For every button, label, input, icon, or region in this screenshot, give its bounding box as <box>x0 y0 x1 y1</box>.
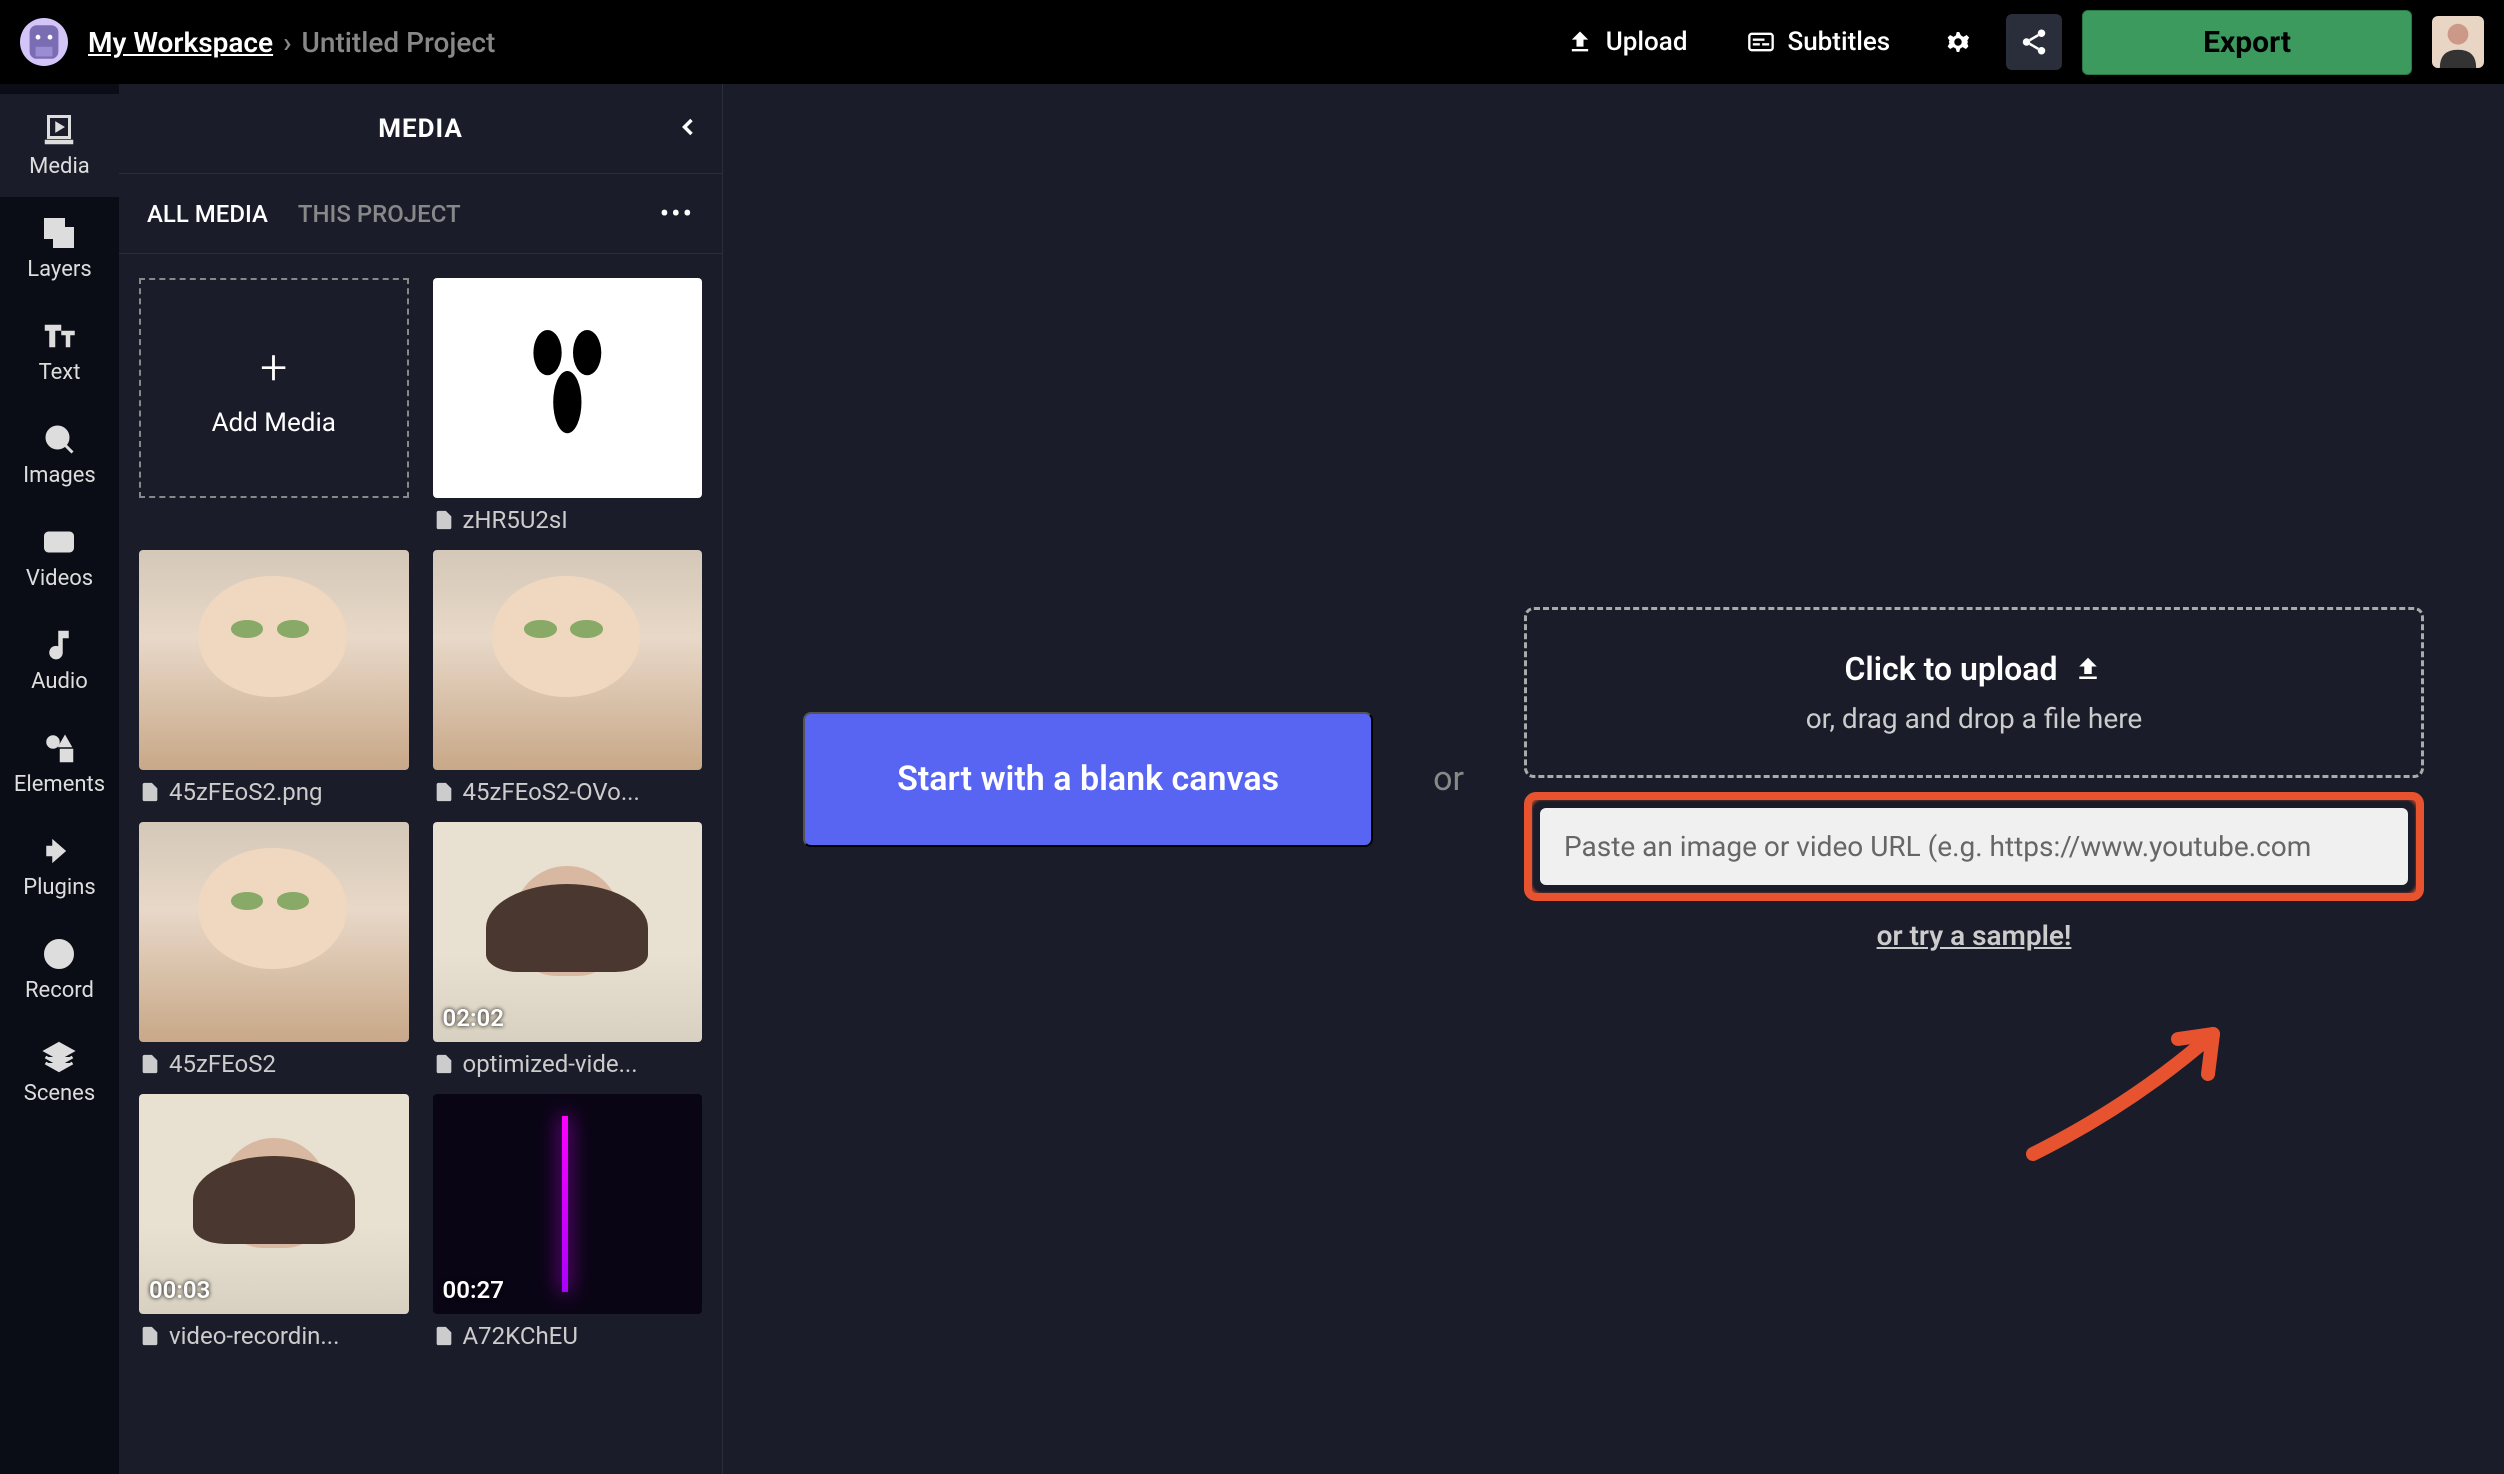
media-thumbnail: 00:03 <box>139 1094 409 1314</box>
share-button[interactable] <box>2006 14 2062 70</box>
media-thumbnail <box>139 550 409 770</box>
url-highlight-annotation <box>1524 792 2424 901</box>
media-thumbnail: 02:02 <box>433 822 703 1042</box>
settings-button[interactable] <box>1930 14 1986 70</box>
upload-subtitle: or, drag and drop a file here <box>1567 702 2381 735</box>
blank-canvas-button[interactable]: Start with a blank canvas <box>803 712 1373 847</box>
media-item[interactable]: zHR5U2sI <box>433 278 703 534</box>
media-item[interactable]: 45zFEoS2-OVo... <box>433 550 703 806</box>
url-input[interactable] <box>1540 808 2408 885</box>
media-thumbnail <box>433 550 703 770</box>
sidebar-item-elements[interactable]: Elements <box>0 712 119 815</box>
sidebar-label: Scenes <box>24 1081 95 1106</box>
media-name: optimized-vide... <box>463 1050 638 1078</box>
upload-icon <box>2073 654 2103 684</box>
app-logo[interactable] <box>20 18 68 66</box>
subtitles-label: Subtitles <box>1787 27 1890 57</box>
breadcrumb-separator: › <box>283 26 291 59</box>
sidebar-label: Record <box>25 978 94 1003</box>
canvas-area: Start with a blank canvas or Click to up… <box>723 84 2504 1474</box>
sidebar-label: Audio <box>31 669 88 694</box>
upload-title: Click to upload <box>1845 650 2058 688</box>
sidebar-item-media[interactable]: Media <box>0 94 119 197</box>
arrow-annotation <box>2013 1004 2253 1178</box>
sidebar-label: Images <box>23 463 96 488</box>
sidebar-label: Text <box>39 360 81 385</box>
upload-label: Upload <box>1606 27 1688 57</box>
sidebar-item-videos[interactable]: Videos <box>0 506 119 609</box>
add-media-label: Add Media <box>212 408 336 438</box>
sidebar-item-plugins[interactable]: Plugins <box>0 815 119 918</box>
user-avatar[interactable] <box>2432 16 2484 68</box>
media-item[interactable]: 45zFEoS2 <box>139 822 409 1078</box>
panel-title: MEDIA <box>378 114 463 144</box>
sidebar-item-text[interactable]: Text <box>0 300 119 403</box>
media-item[interactable]: 00:27 A72KChEU <box>433 1094 703 1350</box>
sidebar-label: Videos <box>26 566 93 591</box>
or-separator: or <box>1433 759 1464 799</box>
sidebar-item-images[interactable]: Images <box>0 403 119 506</box>
media-duration: 00:03 <box>149 1276 210 1304</box>
upload-dropzone[interactable]: Click to upload or, drag and drop a file… <box>1524 607 2424 778</box>
tab-all-media[interactable]: ALL MEDIA <box>147 200 268 228</box>
sidebar-item-record[interactable]: Record <box>0 918 119 1021</box>
tab-this-project[interactable]: THIS PROJECT <box>298 200 461 228</box>
media-thumbnail <box>139 822 409 1042</box>
sidebar-item-audio[interactable]: Audio <box>0 609 119 712</box>
plus-icon: + <box>260 339 287 396</box>
media-duration: 02:02 <box>443 1004 504 1032</box>
try-sample-link[interactable]: or try a sample! <box>1524 919 2424 952</box>
sidebar-label: Media <box>29 154 90 179</box>
sidebar-label: Plugins <box>23 875 96 900</box>
media-name: video-recordin... <box>169 1322 339 1350</box>
media-name: 45zFEoS2.png <box>169 778 323 806</box>
media-name: zHR5U2sI <box>463 506 568 534</box>
media-name: A72KChEU <box>463 1322 578 1350</box>
sidebar-item-scenes[interactable]: Scenes <box>0 1021 119 1124</box>
sidebar-label: Elements <box>14 772 105 797</box>
collapse-panel-button[interactable] <box>674 113 702 145</box>
upload-button[interactable]: Upload <box>1546 17 1708 67</box>
sidebar-label: Layers <box>27 257 91 282</box>
media-item[interactable]: 00:03 video-recordin... <box>139 1094 409 1350</box>
media-item[interactable]: 45zFEoS2.png <box>139 550 409 806</box>
media-grid[interactable]: + Add Media zHR5U2sI 45zFEoS2.png 45zFEo… <box>119 254 722 1474</box>
workspace-link[interactable]: My Workspace <box>88 26 273 59</box>
app-header: My Workspace › Untitled Project Upload S… <box>0 0 2504 84</box>
add-media-button[interactable]: + Add Media <box>139 278 409 498</box>
media-panel: MEDIA ALL MEDIA THIS PROJECT ••• + Add M… <box>119 84 723 1474</box>
left-sidebar: Media Layers Text Images Videos Audio <box>0 84 119 1474</box>
media-duration: 00:27 <box>443 1276 504 1304</box>
sidebar-item-layers[interactable]: Layers <box>0 197 119 300</box>
export-button[interactable]: Export <box>2082 10 2412 75</box>
media-thumbnail: 00:27 <box>433 1094 703 1314</box>
breadcrumb: My Workspace › Untitled Project <box>88 26 495 59</box>
project-title[interactable]: Untitled Project <box>302 26 496 59</box>
media-name: 45zFEoS2-OVo... <box>463 778 640 806</box>
panel-more-button[interactable]: ••• <box>660 197 694 230</box>
media-name: 45zFEoS2 <box>169 1050 276 1078</box>
subtitles-button[interactable]: Subtitles <box>1727 17 1910 67</box>
media-item[interactable]: 02:02 optimized-vide... <box>433 822 703 1078</box>
media-thumbnail <box>433 278 703 498</box>
